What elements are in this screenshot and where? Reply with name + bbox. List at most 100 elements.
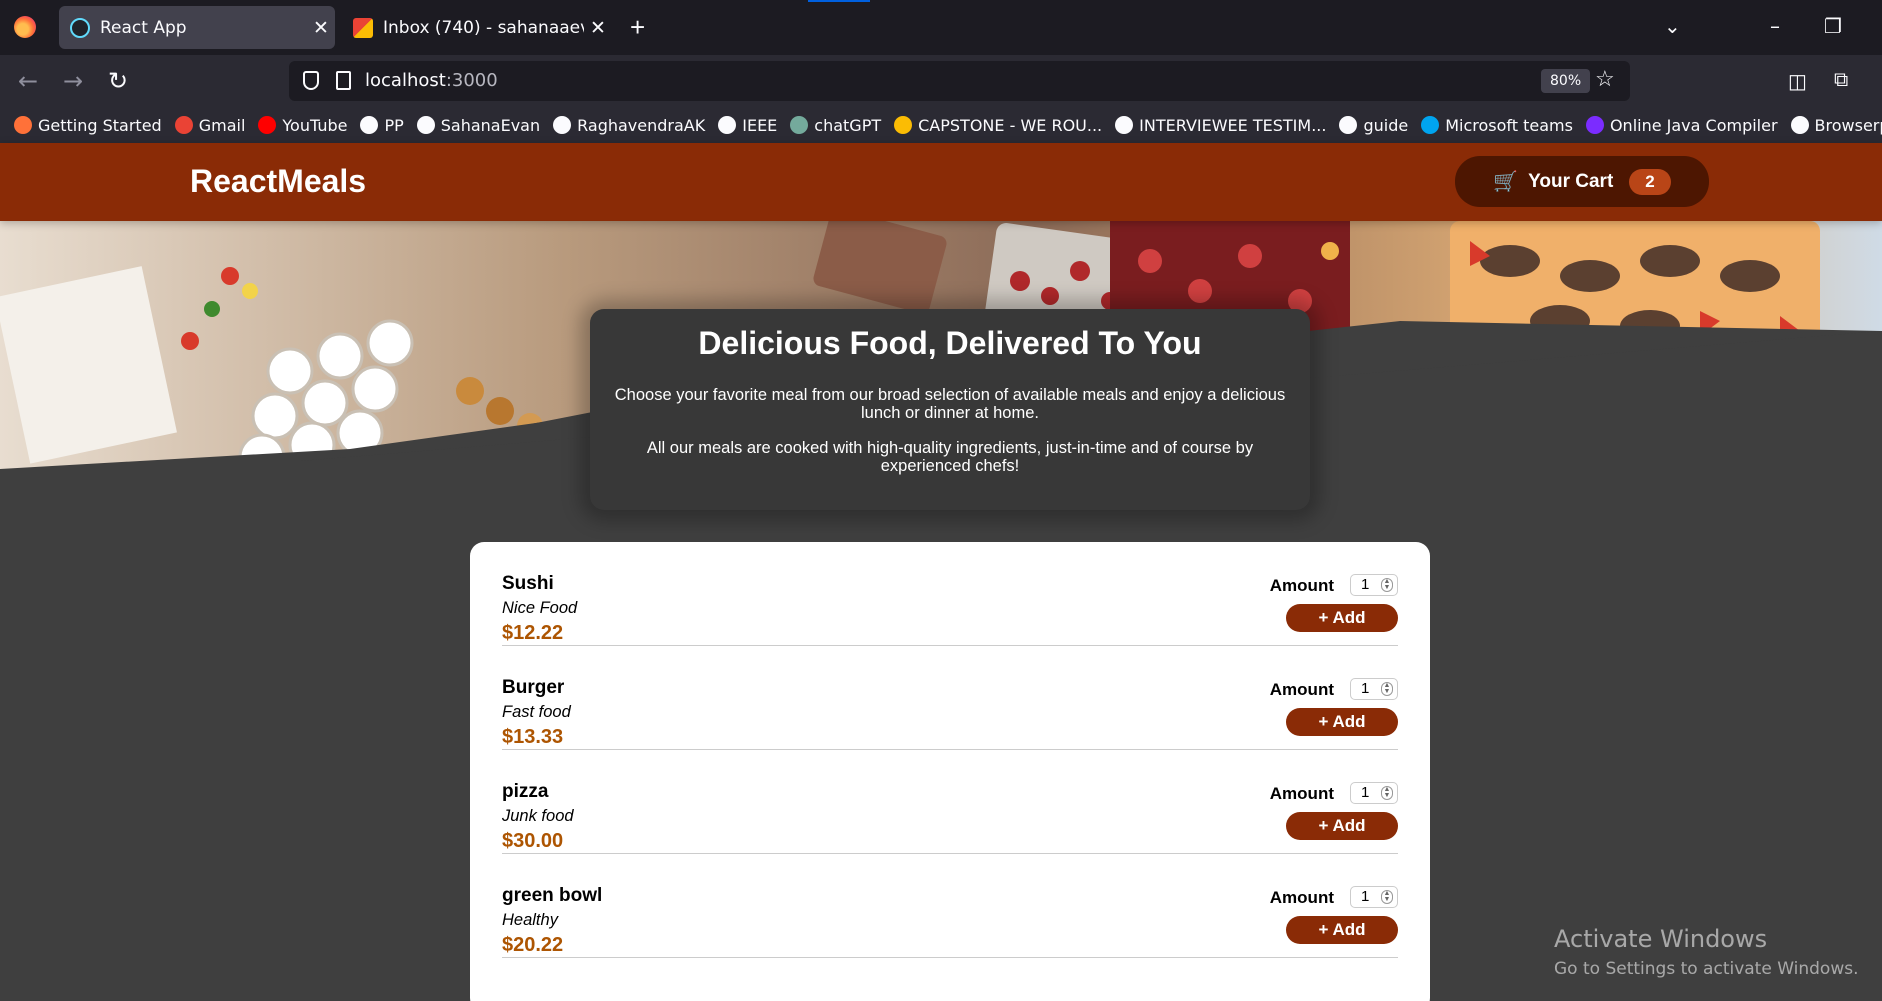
bookmark-label: Online Java Compiler <box>1609 115 1778 135</box>
bookmark-star-icon[interactable]: ☆ <box>1595 66 1615 92</box>
add-to-cart-button[interactable]: + Add <box>1286 916 1398 944</box>
meal-item: pizza Junk food $30.00 Amount 1 ▲ ▼ + Add <box>502 750 1398 854</box>
cart-label: Your Cart <box>1528 170 1614 192</box>
cart-count-badge: 2 <box>1629 168 1671 195</box>
summary-paragraph: Choose your favorite meal from our broad… <box>614 386 1286 422</box>
add-to-cart-button[interactable]: + Add <box>1286 604 1398 632</box>
bookmark-item[interactable]: Browserpad <box>1790 115 1882 135</box>
tab-strip-accent <box>808 0 870 2</box>
add-to-cart-button[interactable]: + Add <box>1286 812 1398 840</box>
close-tab-icon[interactable]: ✕ <box>307 17 335 39</box>
app-logo: ReactMeals <box>190 163 367 199</box>
tab-title: Inbox (740) - sahanaaevan@gm <box>383 17 584 38</box>
meal-item: green bowl Healthy $20.22 Amount 1 ▲ ▼ + Add <box>502 854 1398 958</box>
meal-price: $12.22 <box>502 622 564 644</box>
amount-input[interactable]: 1 ▲ ▼ <box>1350 678 1398 700</box>
amount-label: Amount <box>1269 888 1334 907</box>
list-all-tabs-chevron-icon[interactable]: ⌄ <box>1664 14 1681 38</box>
bookmark-label: Browserpad <box>1814 115 1882 135</box>
bookmarks-toolbar: Getting Started Gmail YouTube PP SahanaEvan R… <box>0 107 1882 143</box>
restore-window-icon[interactable]: ❐ <box>1824 14 1842 38</box>
meal-price: $20.22 <box>502 934 564 956</box>
back-arrow-icon[interactable]: ← <box>18 67 38 95</box>
bookmark-label: Getting Started <box>38 115 162 135</box>
minimize-window-icon[interactable]: – <box>1770 14 1780 38</box>
cart-icon: 🛒 <box>1493 171 1519 193</box>
meal-price: $30.00 <box>502 830 564 852</box>
amount-label: Amount <box>1269 784 1334 803</box>
folder-icon <box>360 116 379 134</box>
youtube-icon <box>258 116 277 134</box>
react-icon <box>70 17 90 38</box>
bookmark-label: Gmail <box>198 115 246 135</box>
forward-arrow-icon[interactable]: → <box>63 67 83 95</box>
meal-description: Fast food <box>502 703 571 721</box>
tab-react-app[interactable]: React App ✕ <box>59 6 335 49</box>
new-tab-plus-icon[interactable]: + <box>630 12 645 43</box>
watermark-line-1: Activate Windows <box>1554 925 1768 953</box>
bookmark-label: IEEE <box>742 115 778 135</box>
activate-windows-watermark: Activate Windows Go to Settings to activ… <box>1554 925 1859 979</box>
meal-price: $13.33 <box>502 726 564 748</box>
github-icon <box>416 116 435 134</box>
tracking-shield-icon[interactable] <box>303 71 319 90</box>
bookmark-label: Microsoft teams <box>1445 115 1573 135</box>
bookmark-item[interactable]: Microsoft teams <box>1421 116 1573 135</box>
tab-inbox[interactable]: Inbox (740) - sahanaaevan@gm ✕ <box>342 6 612 49</box>
available-meals-list: Sushi Nice Food $12.22 Amount 1 ▲ ▼ + Add Burger… <box>470 542 1430 1001</box>
bookmark-item[interactable]: YouTube <box>258 116 347 135</box>
summary-paragraph: All our meals are cooked with high-quali… <box>646 439 1254 475</box>
address-bar[interactable]: localhost:3000 80% ☆ <box>289 61 1630 101</box>
bookmark-label: YouTube <box>282 115 348 135</box>
amount-input[interactable]: 1 ▲ ▼ <box>1350 782 1398 804</box>
amount-label: Amount <box>1269 576 1334 595</box>
bookmark-item[interactable]: Online Java Compiler <box>1585 115 1778 135</box>
summary-title: Delicious Food, Delivered To You <box>698 325 1202 361</box>
bookmark-label: INTERVIEWEE TESTIM... <box>1139 115 1327 135</box>
app-header: ReactMeals 🛒 Your Cart 2 <box>0 143 1882 221</box>
bookmark-label: SahanaEvan <box>440 115 541 135</box>
page-info-icon[interactable] <box>336 71 351 90</box>
bookmark-label: PP <box>384 115 404 135</box>
page-icon <box>1790 116 1809 134</box>
meal-description: Nice Food <box>502 599 578 617</box>
bookmark-item[interactable]: PP <box>360 115 404 135</box>
bookmark-item[interactable]: chatGPT <box>790 116 881 135</box>
url-text[interactable]: localhost:3000 <box>365 70 498 91</box>
reload-icon[interactable]: ↻ <box>108 67 128 95</box>
bookmark-label: guide <box>1363 115 1409 135</box>
firefox-menu-icon[interactable] <box>14 16 36 38</box>
gmail-icon <box>353 17 373 38</box>
meal-item: Sushi Nice Food $12.22 Amount 1 ▲ ▼ + Add <box>502 542 1398 646</box>
amount-input[interactable]: 1 ▲ ▼ <box>1350 574 1398 596</box>
bookmark-label: chatGPT <box>814 115 882 135</box>
meal-description: Healthy <box>502 911 558 929</box>
gmail-icon <box>174 116 193 134</box>
bookmark-item[interactable]: guide <box>1339 116 1408 135</box>
pocket-icon[interactable]: ◫ <box>1788 69 1807 94</box>
bookmark-item[interactable]: INTERVIEWEE TESTIM... <box>1115 116 1326 135</box>
amount-input[interactable]: 1 ▲ ▼ <box>1350 886 1398 908</box>
bookmark-item[interactable]: CAPSTONE - WE ROU... <box>894 116 1102 135</box>
spinner-icon[interactable]: ▲ ▼ <box>1381 682 1393 696</box>
close-tab-icon[interactable]: ✕ <box>584 17 612 39</box>
extensions-icon[interactable]: ⧉ <box>1834 69 1848 92</box>
spinner-icon[interactable]: ▲ ▼ <box>1381 578 1393 592</box>
spinner-icon[interactable]: ▲ ▼ <box>1381 786 1393 800</box>
browser-nav-bar: ← → ↻ localhost:3000 80% ☆ ◫ ⧉ <box>0 55 1882 107</box>
zoom-level-badge[interactable]: 80% <box>1541 69 1591 93</box>
bookmark-item[interactable]: SahanaEvan <box>416 115 541 135</box>
tab-title: React App <box>100 17 187 38</box>
meal-name: Sushi <box>502 573 554 594</box>
cart-button[interactable]: 🛒 Your Cart 2 <box>1455 156 1709 207</box>
drive-icon <box>894 116 913 134</box>
bookmark-item[interactable]: RaghavendraAK <box>553 116 705 135</box>
amount-label: Amount <box>1269 680 1334 699</box>
bookmark-item[interactable]: Gmail <box>174 115 246 135</box>
compiler-icon <box>1585 116 1604 134</box>
globe-icon <box>1115 116 1134 134</box>
bookmark-item[interactable]: IEEE <box>718 116 777 135</box>
bookmark-item[interactable]: Getting Started <box>14 116 162 135</box>
spinner-icon[interactable]: ▲ ▼ <box>1381 890 1393 904</box>
add-to-cart-button[interactable]: + Add <box>1286 708 1398 736</box>
